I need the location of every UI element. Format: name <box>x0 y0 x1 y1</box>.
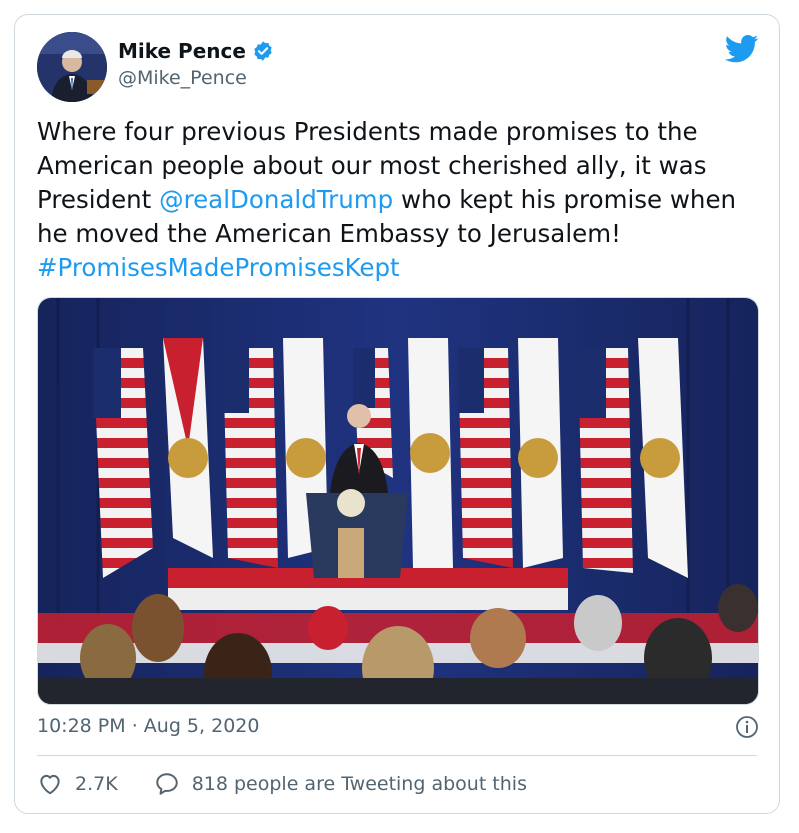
mention-link[interactable]: @realDonaldTrump <box>159 185 393 214</box>
timestamp-separator: · <box>131 715 138 737</box>
tweet-text: Where four previous Presidents made prom… <box>37 115 767 285</box>
tweet-date: Aug 5, 2020 <box>143 715 260 737</box>
like-button[interactable]: 2.7K <box>37 771 118 797</box>
author-handle[interactable]: @Mike_Pence <box>118 67 247 89</box>
tweeting-about-text: 818 people are Tweeting about this <box>191 773 527 795</box>
avatar-image <box>37 32 107 102</box>
heart-icon <box>40 774 60 795</box>
tweet-time: 10:28 PM <box>37 715 126 737</box>
avatar[interactable] <box>37 32 107 102</box>
tweet-card: Mike Pence @Mike_Pence Where four previo… <box>14 14 780 814</box>
tweet-photo[interactable] <box>37 297 759 705</box>
tweeting-about-button[interactable]: 818 people are Tweeting about this <box>154 771 527 797</box>
author-name[interactable]: Mike Pence <box>118 39 274 63</box>
tweet-timestamp[interactable]: 10:28 PM · Aug 5, 2020 <box>37 715 259 737</box>
hashtag-link[interactable]: #PromisesMadePromisesKept <box>37 253 400 282</box>
speech-bubble-icon <box>155 773 178 795</box>
tweet-actions: 2.7K 818 people are Tweeting about this <box>37 771 563 797</box>
photo-image <box>38 298 758 704</box>
twitter-bird-icon[interactable] <box>725 35 759 63</box>
info-icon[interactable] <box>735 715 759 739</box>
verified-badge-icon <box>254 41 272 61</box>
divider <box>37 755 757 756</box>
like-count: 2.7K <box>75 773 118 795</box>
author-name-text: Mike Pence <box>118 39 246 63</box>
